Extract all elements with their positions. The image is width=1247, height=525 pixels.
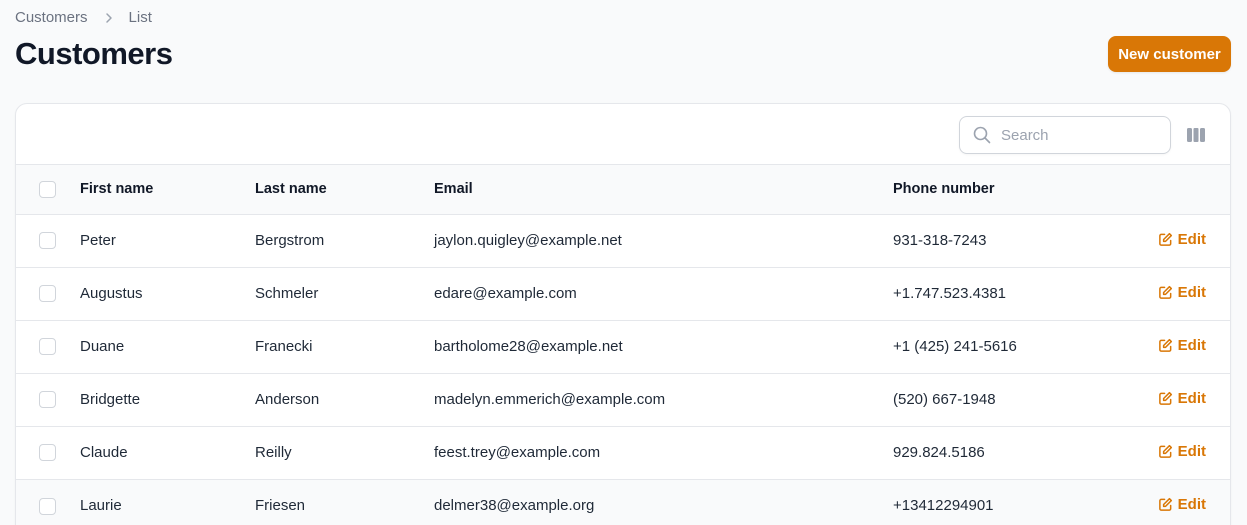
edit-label: Edit	[1177, 442, 1206, 460]
cell-last-name: Reilly	[255, 444, 292, 461]
cell-first-name: Bridgette	[80, 391, 141, 408]
search-box[interactable]	[959, 116, 1171, 154]
cell-phone: 929.824.5186	[893, 444, 985, 461]
cell-email: jaylon.quigley@example.net	[434, 232, 622, 249]
customers-table-card: First name Last name Email Phone number …	[15, 103, 1231, 525]
cell-phone: 931-318-7243	[893, 232, 987, 249]
table-row[interactable]: Laurie Friesen delmer38@example.org +134…	[16, 479, 1230, 525]
chevron-right-icon	[103, 12, 115, 24]
header-email[interactable]: Email	[434, 165, 893, 214]
customers-table: First name Last name Email Phone number …	[16, 165, 1230, 525]
columns-icon[interactable]	[1186, 125, 1206, 145]
edit-button[interactable]: Edit	[1158, 390, 1206, 407]
row-checkbox[interactable]	[39, 444, 56, 462]
edit-label: Edit	[1177, 495, 1206, 513]
table-row[interactable]: Duane Franecki bartholome28@example.net …	[16, 320, 1230, 373]
cell-first-name: Laurie	[80, 497, 122, 515]
pencil-square-icon	[1158, 497, 1172, 511]
edit-button[interactable]: Edit	[1158, 231, 1206, 248]
edit-button[interactable]: Edit	[1158, 496, 1206, 513]
search-input[interactable]	[1001, 126, 1161, 144]
table-row[interactable]: Peter Bergstrom jaylon.quigley@example.n…	[16, 214, 1230, 267]
breadcrumb: Customers List	[15, 9, 152, 26]
row-checkbox[interactable]	[39, 497, 56, 515]
cell-email: delmer38@example.org	[434, 497, 595, 515]
edit-button[interactable]: Edit	[1158, 443, 1206, 460]
pencil-square-icon	[1158, 391, 1172, 405]
row-checkbox[interactable]	[39, 285, 56, 303]
select-all-checkbox[interactable]	[39, 180, 56, 198]
table-toolbar	[16, 104, 1230, 165]
pencil-square-icon	[1158, 338, 1172, 352]
row-checkbox[interactable]	[39, 391, 56, 409]
cell-phone: +1 (425) 241-5616	[893, 338, 1017, 355]
cell-phone: +1.747.523.4381	[893, 285, 1007, 302]
cell-phone: (520) 667-1948	[893, 391, 996, 408]
table-row[interactable]: Bridgette Anderson madelyn.emmerich@exam…	[16, 373, 1230, 426]
header-phone-number[interactable]: Phone number	[893, 165, 1143, 214]
edit-label: Edit	[1177, 336, 1206, 354]
table-row[interactable]: Augustus Schmeler edare@example.com +1.7…	[16, 267, 1230, 320]
pencil-square-icon	[1158, 444, 1172, 458]
cell-email: bartholome28@example.net	[434, 338, 623, 355]
header-last-name[interactable]: Last name	[255, 165, 434, 214]
cell-first-name: Augustus	[80, 285, 143, 302]
row-checkbox[interactable]	[39, 338, 56, 356]
header-first-name[interactable]: First name	[80, 165, 255, 214]
cell-first-name: Claude	[80, 444, 128, 461]
cell-first-name: Duane	[80, 338, 125, 355]
cell-first-name: Peter	[80, 232, 116, 249]
pencil-square-icon	[1158, 232, 1172, 246]
row-checkbox[interactable]	[39, 232, 56, 250]
cell-last-name: Schmeler	[255, 285, 319, 302]
cell-phone: +13412294901	[893, 497, 994, 515]
pencil-square-icon	[1158, 285, 1172, 299]
table-header-row: First name Last name Email Phone number	[16, 165, 1230, 214]
page-title: Customers	[15, 36, 173, 71]
cell-email: feest.trey@example.com	[434, 444, 601, 461]
breadcrumb-item-customers[interactable]: Customers	[15, 9, 88, 26]
edit-button[interactable]: Edit	[1158, 337, 1206, 354]
edit-label: Edit	[1177, 389, 1206, 407]
edit-label: Edit	[1177, 283, 1206, 301]
cell-last-name: Friesen	[255, 497, 306, 515]
edit-button[interactable]: Edit	[1158, 284, 1206, 301]
search-icon	[972, 125, 992, 145]
cell-email: edare@example.com	[434, 285, 577, 302]
cell-last-name: Franecki	[255, 338, 313, 355]
new-customer-button[interactable]: New customer	[1108, 36, 1231, 72]
edit-label: Edit	[1177, 230, 1206, 248]
cell-last-name: Bergstrom	[255, 232, 325, 249]
breadcrumb-item-list: List	[128, 9, 152, 26]
cell-email: madelyn.emmerich@example.com	[434, 391, 666, 408]
table-row[interactable]: Claude Reilly feest.trey@example.com 929…	[16, 426, 1230, 479]
cell-last-name: Anderson	[255, 391, 320, 408]
